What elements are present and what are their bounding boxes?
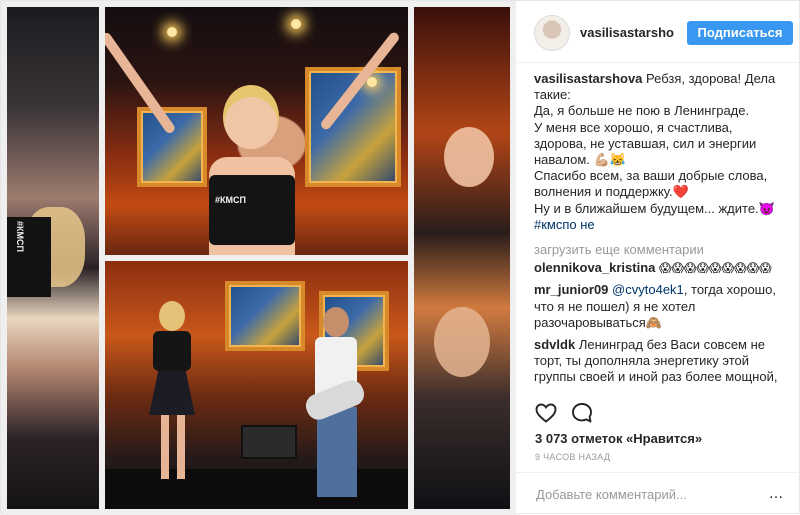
comment-text: 😱😱😱😱😱😱😱😱😱 xyxy=(659,261,772,276)
comment-mention[interactable]: @cvyto4ek1 xyxy=(612,282,684,297)
author-username[interactable]: vasilisastarsho xyxy=(580,25,674,40)
comment: mr_junior09 @cvyto4ek1, тогда хорошо, чт… xyxy=(534,282,784,331)
performer-top xyxy=(7,217,51,297)
add-comment-input[interactable] xyxy=(536,484,766,504)
stage-painting xyxy=(137,107,207,187)
collage-panel-left: #КМСП xyxy=(7,7,99,509)
post-actions xyxy=(534,401,784,425)
collage-panel-right xyxy=(414,7,510,509)
stage-light xyxy=(367,77,377,87)
comment-username[interactable]: olennikova_kristina xyxy=(534,260,655,275)
singer-figure xyxy=(147,301,199,481)
caption-hashtag[interactable]: #кмспо не xyxy=(534,217,595,232)
add-comment-section: … xyxy=(516,472,800,515)
follow-button[interactable]: Подписаться xyxy=(687,21,793,45)
performer-head xyxy=(223,85,279,149)
comment: olennikova_kristina 😱😱😱😱😱😱😱😱😱 xyxy=(534,260,784,276)
post-timestamp[interactable]: 9 ЧАСОВ НАЗАД xyxy=(535,452,610,462)
comment-username[interactable]: sdvldk xyxy=(534,337,575,352)
collage-panel-top: #КМСП xyxy=(105,7,408,255)
post-photo[interactable]: #КМСП #КМСП xyxy=(1,1,516,515)
caption-username[interactable]: vasilisastarshova xyxy=(534,71,642,86)
performer-face xyxy=(444,127,494,187)
heart-icon[interactable] xyxy=(534,401,558,425)
instagram-post: #КМСП #КМСП vasilisastarsho Подписаться … xyxy=(0,0,800,515)
comment: sdvldk Ленинград без Васи совсем не торт… xyxy=(534,337,784,386)
comment-username[interactable]: mr_junior09 xyxy=(534,282,608,297)
caption-text-2: Спасибо всем, за ваши добрые слова, волн… xyxy=(534,168,775,216)
guitarist-figure xyxy=(302,307,369,497)
ellipsis-icon[interactable]: … xyxy=(766,485,786,503)
amplifier xyxy=(241,425,297,459)
collage-panel-bottom xyxy=(105,261,408,509)
performer-top xyxy=(209,175,295,245)
performer-face xyxy=(434,307,490,377)
stage-light xyxy=(291,19,301,29)
stage-painting xyxy=(225,281,305,351)
stage-light xyxy=(167,27,177,37)
avatar[interactable] xyxy=(534,15,570,51)
likes-count[interactable]: 3 073 отметок «Нравится» xyxy=(535,431,702,446)
post-caption: vasilisastarshova Ребзя, здорова! Дела т… xyxy=(534,71,784,233)
post-header: vasilisastarsho Подписаться xyxy=(516,1,800,63)
comments-list[interactable]: vasilisastarshova Ребзя, здорова! Дела т… xyxy=(534,71,784,393)
shirt-text: #КМСП xyxy=(215,195,246,205)
shirt-text: #КМСП xyxy=(15,221,25,252)
load-more-comments-link[interactable]: загрузить еще комментарии xyxy=(534,242,784,258)
comment-bubble-icon[interactable] xyxy=(570,401,594,425)
